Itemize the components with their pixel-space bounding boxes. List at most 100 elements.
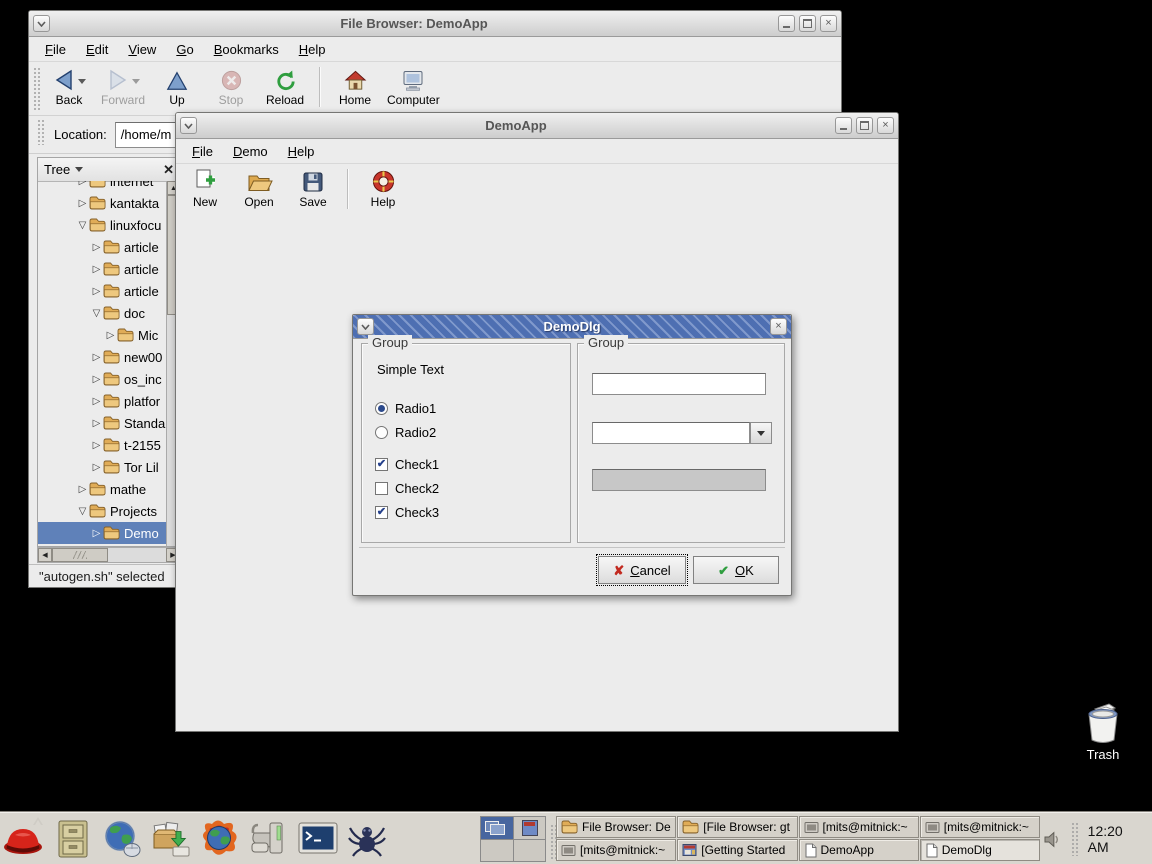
checkbox-checked-icon[interactable]: ✔ xyxy=(375,506,388,519)
tray-drag-handle[interactable] xyxy=(1071,822,1078,856)
reload-button[interactable]: Reload xyxy=(258,64,312,108)
sidebar-title[interactable]: Tree xyxy=(44,162,70,177)
open-button[interactable]: Open xyxy=(232,166,286,210)
taskbar-window-button[interactable]: [Getting Started xyxy=(677,839,797,861)
sidebar-close-icon[interactable]: ✕ xyxy=(163,162,174,178)
trash-desktop-icon[interactable]: Trash xyxy=(1074,702,1132,762)
tree-item-kantakta[interactable]: ▷kantakta xyxy=(38,192,166,214)
file-cabinet-launcher[interactable] xyxy=(51,817,95,861)
menu-da-help[interactable]: Help xyxy=(278,142,325,161)
check3-checkbox[interactable]: ✔Check3 xyxy=(375,504,439,520)
collapsed-triangle-icon[interactable]: ▷ xyxy=(76,484,89,495)
workspace-4[interactable] xyxy=(514,840,546,862)
taskbar-window-button[interactable]: DemoApp xyxy=(799,839,919,861)
window-menu-button[interactable] xyxy=(33,15,50,32)
close-button[interactable]: × xyxy=(877,117,894,134)
computer-button[interactable]: Computer xyxy=(382,64,445,108)
workspace-1-active[interactable] xyxy=(481,817,513,839)
tree-item-internet[interactable]: ▷internet xyxy=(38,181,166,192)
collapsed-triangle-icon[interactable]: ▷ xyxy=(90,462,103,473)
window-menu-button[interactable] xyxy=(357,318,374,335)
menu-fb-view[interactable]: View xyxy=(118,40,166,59)
toolbar-drag-handle[interactable] xyxy=(37,119,44,145)
expanded-triangle-icon[interactable]: ▽ xyxy=(90,308,103,319)
menu-da-demo[interactable]: Demo xyxy=(223,142,278,161)
radio-selected-icon[interactable] xyxy=(375,402,388,415)
help-button[interactable]: Help xyxy=(356,166,410,210)
taskbar-window-button[interactable]: File Browser: De xyxy=(556,816,676,838)
back-button[interactable]: Back xyxy=(42,64,96,108)
up-button[interactable]: Up xyxy=(150,64,204,108)
checkbox-checked-icon[interactable]: ✔ xyxy=(375,458,388,471)
tree-item-mic[interactable]: ▷Mic xyxy=(38,324,166,346)
taskbar-window-button[interactable]: [mits@mitnick:~ xyxy=(920,816,1040,838)
cancel-button[interactable]: ✘Cancel xyxy=(598,556,686,584)
package-manager-launcher[interactable] xyxy=(149,817,193,861)
tree-item-article[interactable]: ▷article xyxy=(38,280,166,302)
save-button[interactable]: Save xyxy=(286,166,340,210)
tree-item-t-2155[interactable]: ▷t-2155 xyxy=(38,434,166,456)
collapsed-triangle-icon[interactable]: ▷ xyxy=(90,440,103,451)
collapsed-triangle-icon[interactable]: ▷ xyxy=(90,396,103,407)
window-menu-button[interactable] xyxy=(180,117,197,134)
menu-fb-help[interactable]: Help xyxy=(289,40,336,59)
collapsed-triangle-icon[interactable]: ▷ xyxy=(90,528,103,539)
ok-button[interactable]: ✔OK xyxy=(693,556,779,584)
collapsed-triangle-icon[interactable]: ▷ xyxy=(90,264,103,275)
collapsed-triangle-icon[interactable]: ▷ xyxy=(90,286,103,297)
menu-fb-bookmarks[interactable]: Bookmarks xyxy=(204,40,289,59)
scrollbar-thumb[interactable] xyxy=(52,548,108,562)
web-browser-launcher[interactable] xyxy=(100,817,144,861)
workspace-3[interactable] xyxy=(481,840,513,862)
radio-unselected-icon[interactable] xyxy=(375,426,388,439)
combo-dropdown-button[interactable] xyxy=(750,422,772,444)
mozilla-web-browser-launcher[interactable] xyxy=(198,817,242,861)
expanded-triangle-icon[interactable]: ▽ xyxy=(76,220,89,231)
tree-item-mathe[interactable]: ▷mathe xyxy=(38,478,166,500)
maximize-button[interactable] xyxy=(856,117,873,134)
expanded-triangle-icon[interactable]: ▽ xyxy=(76,506,89,517)
tree-item-platfor[interactable]: ▷platfor xyxy=(38,390,166,412)
check1-checkbox[interactable]: ✔Check1 xyxy=(375,456,439,472)
tree-item-tor-lil[interactable]: ▷Tor Lil xyxy=(38,456,166,478)
minimize-button[interactable] xyxy=(778,15,795,32)
file-browser-titlebar[interactable]: File Browser: DemoApp × xyxy=(29,11,841,37)
menu-da-file[interactable]: File xyxy=(182,142,223,161)
collapsed-triangle-icon[interactable]: ▷ xyxy=(76,198,89,209)
close-button[interactable]: × xyxy=(820,15,837,32)
menu-fb-go[interactable]: Go xyxy=(166,40,203,59)
collapsed-triangle-icon[interactable]: ▷ xyxy=(90,242,103,253)
collapsed-triangle-icon[interactable]: ▷ xyxy=(90,374,103,385)
spider-launcher[interactable] xyxy=(345,817,389,861)
hardware-device-launcher[interactable] xyxy=(247,817,291,861)
workspace-2[interactable] xyxy=(514,817,546,839)
minimize-button[interactable] xyxy=(835,117,852,134)
tree-item-projects[interactable]: ▽Projects xyxy=(38,500,166,522)
collapsed-triangle-icon[interactable]: ▷ xyxy=(76,181,89,187)
toolbar-drag-handle[interactable] xyxy=(33,67,40,111)
tree-item-demo[interactable]: ▷Demo xyxy=(38,522,166,544)
tree-item-os-inc[interactable]: ▷os_inc xyxy=(38,368,166,390)
tree-horizontal-scrollbar[interactable]: ◀ ▶ xyxy=(37,547,181,563)
menu-fb-file[interactable]: File xyxy=(35,40,76,59)
new-button[interactable]: New xyxy=(178,166,232,210)
dropdown-arrow-icon[interactable] xyxy=(78,79,86,84)
workspace-switcher[interactable] xyxy=(480,816,546,862)
check2-checkbox[interactable]: Check2 xyxy=(375,480,439,496)
chevron-down-icon[interactable] xyxy=(75,167,83,172)
taskbar-window-button[interactable]: DemoDlg xyxy=(920,839,1040,861)
tree-item-standa[interactable]: ▷Standa xyxy=(38,412,166,434)
menu-fb-edit[interactable]: Edit xyxy=(76,40,118,59)
taskbar-window-button[interactable]: [mits@mitnick:~ xyxy=(799,816,919,838)
tree-item-linuxfocu[interactable]: ▽linuxfocu xyxy=(38,214,166,236)
collapsed-triangle-icon[interactable]: ▷ xyxy=(90,418,103,429)
tree-item-new00[interactable]: ▷new00 xyxy=(38,346,166,368)
red-hat-menu-launcher[interactable] xyxy=(2,817,46,861)
tree-item-doc[interactable]: ▽doc xyxy=(38,302,166,324)
home-button[interactable]: Home xyxy=(328,64,382,108)
radio1-radio[interactable]: Radio1 xyxy=(375,400,436,416)
speaker-volume-icon[interactable] xyxy=(1044,831,1061,848)
maximize-button[interactable] xyxy=(799,15,816,32)
radio2-radio[interactable]: Radio2 xyxy=(375,424,436,440)
tree-item-article[interactable]: ▷article xyxy=(38,258,166,280)
